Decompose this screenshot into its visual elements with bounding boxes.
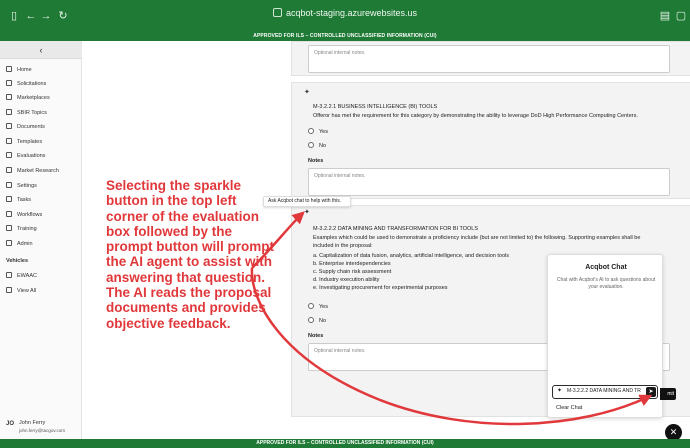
tabs-icon[interactable]: ▢ bbox=[674, 9, 688, 23]
chat-subtitle: Chat with Acqbot's AI to ask questions a… bbox=[556, 277, 656, 290]
notes-label: Notes bbox=[308, 158, 324, 164]
chat-title: Acqbot Chat bbox=[585, 264, 627, 271]
sidebar-item-label: View All bbox=[17, 288, 37, 294]
sidebar-item-admin[interactable]: Admin bbox=[6, 238, 33, 250]
close-icon: ✕ bbox=[669, 427, 678, 437]
sidebar-item-evaluations[interactable]: Evaluations bbox=[6, 150, 45, 162]
research-icon bbox=[6, 167, 12, 173]
reader-icon[interactable]: ▤ bbox=[658, 9, 672, 23]
chat-input[interactable]: ✦ M-3.2.2.2 DATA MINING AND TR bbox=[552, 385, 658, 399]
evaluation-card-previous: Optional internal notes. bbox=[291, 41, 690, 76]
radio-label: No bbox=[319, 318, 327, 324]
radio-label: No bbox=[319, 143, 327, 149]
gear-icon bbox=[6, 182, 12, 188]
sidebar-item-label: Solicitations bbox=[17, 81, 47, 87]
address-bar[interactable]: acqbot-staging.azurewebsites.us bbox=[0, 8, 690, 18]
question-title: M-3.2.2.1 BUSINESS INTELLIGENCE (BI) TOO… bbox=[313, 104, 438, 110]
radio-circle bbox=[308, 128, 314, 134]
browser-toolbar: ▯ ← → ↻ acqbot-staging.azurewebsites.us … bbox=[0, 0, 690, 32]
templates-icon bbox=[6, 138, 12, 144]
sidebar-item-label: Documents bbox=[17, 124, 45, 130]
question-title: M-3.2.2.2 DATA MINING AND TRANSFORMATION… bbox=[313, 226, 479, 232]
sidebar-item-ewaac[interactable]: EWAAC bbox=[6, 270, 37, 282]
sidebar-item-home[interactable]: Home bbox=[6, 64, 32, 76]
cui-banner-top: APPROVED FOR ILS – CONTROLLED UNCLASSIFI… bbox=[0, 32, 690, 41]
training-icon bbox=[6, 225, 12, 231]
sidebar-item-label: Evaluations bbox=[17, 153, 46, 159]
workflows-icon bbox=[6, 211, 12, 217]
notes-input[interactable]: Optional internal notes. bbox=[308, 45, 670, 73]
radio-no[interactable]: No bbox=[308, 142, 326, 149]
vehicle-icon bbox=[6, 272, 12, 278]
sparkle-icon[interactable]: ✦ bbox=[304, 89, 310, 97]
clear-chat-button[interactable]: Clear Chat bbox=[556, 405, 582, 411]
sidebar-item-label: Settings bbox=[17, 183, 37, 189]
sidebar-item-training[interactable]: Training bbox=[6, 223, 37, 235]
sidebar-item-label: EWAAC bbox=[17, 273, 37, 279]
radio-circle bbox=[308, 317, 314, 323]
radio-yes[interactable]: Yes bbox=[308, 128, 328, 135]
home-icon bbox=[6, 66, 12, 72]
sidebar-item-marketplaces[interactable]: Marketplaces bbox=[6, 92, 50, 104]
collapse-sidebar-button[interactable]: ‹ bbox=[0, 41, 82, 59]
sbir-icon bbox=[6, 109, 12, 115]
sidebar: ‹ Home Solicitations Marketplaces SBIR T… bbox=[0, 41, 82, 439]
sidebar-item-label: Admin bbox=[17, 241, 33, 247]
sidebar-item-workflows[interactable]: Workflows bbox=[6, 209, 42, 221]
question-description: Offeror has met the requirement for this… bbox=[313, 113, 638, 119]
vehicles-heading: Vehicles bbox=[6, 258, 29, 264]
sidebar-item-view-all[interactable]: View All bbox=[6, 285, 36, 297]
radio-circle bbox=[308, 303, 314, 309]
cui-banner-bottom: APPROVED FOR ILS – CONTROLLED UNCLASSIFI… bbox=[0, 439, 690, 448]
annotation-text: Selecting the sparkle button in the top … bbox=[106, 178, 274, 331]
sidebar-item-label: Templates bbox=[17, 139, 43, 145]
sparkle-icon[interactable]: ✦ bbox=[304, 209, 310, 217]
radio-label: Yes bbox=[319, 129, 328, 135]
sidebar-item-market-research[interactable]: Market Research bbox=[6, 165, 59, 177]
sidebar-item-solicitations[interactable]: Solicitations bbox=[6, 78, 46, 90]
sidebar-item-templates[interactable]: Templates bbox=[6, 136, 42, 148]
list-icon bbox=[6, 287, 12, 293]
sidebar-item-label: SBIR Topics bbox=[17, 110, 47, 116]
sidebar-item-settings[interactable]: Settings bbox=[6, 180, 37, 192]
sidebar-item-label: Training bbox=[17, 226, 37, 232]
send-icon: ➤ bbox=[648, 389, 654, 395]
marketplaces-icon bbox=[6, 94, 12, 100]
sparkle-icon: ✦ bbox=[557, 388, 563, 394]
radio-yes[interactable]: Yes bbox=[308, 303, 328, 310]
notes-label: Notes bbox=[308, 333, 324, 339]
send-button[interactable]: ➤ bbox=[646, 387, 656, 397]
sidebar-item-label: Workflows bbox=[17, 212, 43, 218]
tasks-icon bbox=[6, 196, 12, 202]
sidebar-item-documents[interactable]: Documents bbox=[6, 121, 45, 133]
sparkle-tooltip: Ask Acqbot chat to help with this. bbox=[263, 196, 351, 207]
solicitations-icon bbox=[6, 80, 12, 86]
user-email: john.ferry@tacgov.com bbox=[19, 428, 66, 433]
chat-input-value: M-3.2.2.2 DATA MINING AND TR bbox=[567, 388, 641, 394]
sidebar-item-label: Home bbox=[17, 67, 32, 73]
evaluation-card-bi-tools: ✦ M-3.2.2.1 BUSINESS INTELLIGENCE (BI) T… bbox=[291, 82, 690, 199]
evaluations-icon bbox=[6, 152, 12, 158]
sidebar-item-sbir-topics[interactable]: SBIR Topics bbox=[6, 107, 47, 119]
sidebar-item-tasks[interactable]: Tasks bbox=[6, 194, 31, 206]
user-name: John Ferry bbox=[19, 420, 46, 426]
question-description: Examples which could be used to demonstr… bbox=[313, 235, 641, 249]
radio-label: Yes bbox=[319, 304, 328, 310]
sidebar-item-label: Marketplaces bbox=[17, 95, 50, 101]
submit-button[interactable]: mit bbox=[660, 388, 676, 400]
documents-icon bbox=[6, 123, 12, 129]
sidebar-item-label: Market Research bbox=[17, 168, 59, 174]
notes-input[interactable]: Optional internal notes. bbox=[308, 168, 670, 196]
acqbot-chat-panel: Acqbot Chat Chat with Acqbot's AI to ask… bbox=[547, 254, 663, 418]
radio-no[interactable]: No bbox=[308, 317, 326, 324]
avatar: JO bbox=[6, 421, 15, 427]
radio-circle bbox=[308, 142, 314, 148]
address-text: acqbot-staging.azurewebsites.us bbox=[285, 8, 418, 18]
site-icon bbox=[272, 8, 282, 17]
admin-icon bbox=[6, 240, 12, 246]
sidebar-item-label: Tasks bbox=[17, 197, 32, 203]
